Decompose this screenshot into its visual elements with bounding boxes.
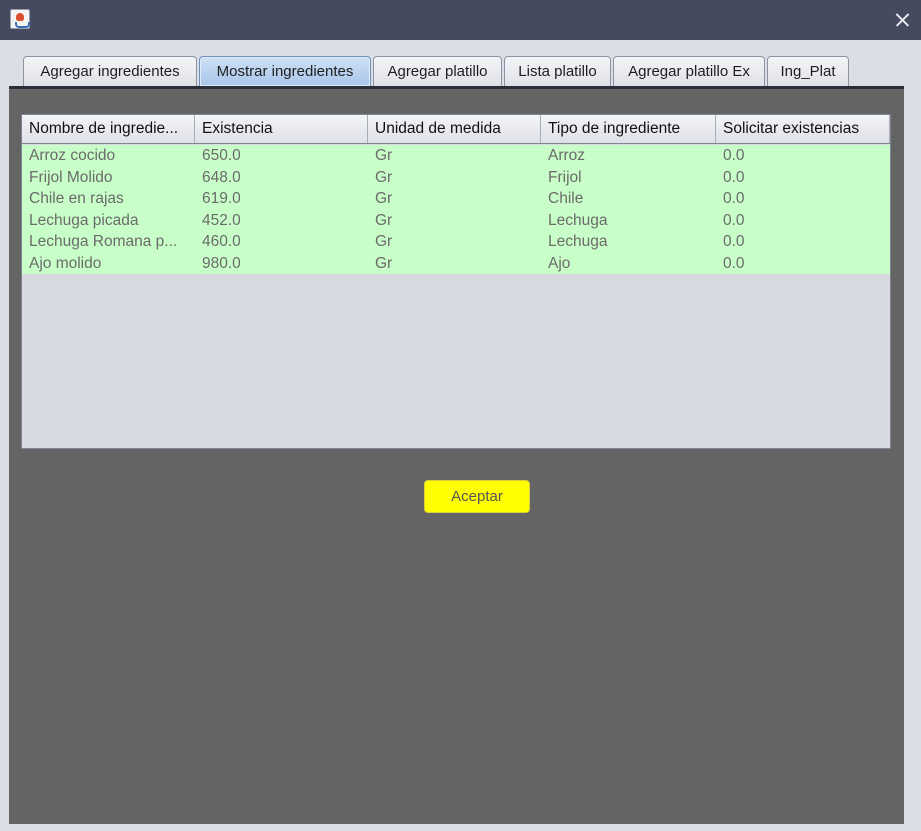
cell-existencia: 619.0 [202, 190, 241, 207]
cell-tipo: Frijol [548, 168, 582, 186]
cell-solicitar: 0.0 [723, 211, 745, 229]
cell-tipo: Chile [548, 190, 584, 207]
table-row[interactable]: Lechuga Romana p... 460.0 Gr Lechuga 0.0 [22, 231, 890, 253]
table-row[interactable]: Ajo molido 980.0 Gr Ajo 0.0 [22, 252, 890, 274]
tab-ing-plat[interactable]: Ing_Plat [767, 56, 849, 86]
tab-agregar-ingredientes[interactable]: Agregar ingredientes [23, 56, 197, 86]
table-row[interactable]: Chile en rajas 619.0 Gr Chile 0.0 [22, 188, 890, 210]
title-bar [0, 0, 921, 40]
cell-tipo: Arroz [548, 147, 586, 164]
cell-solicitar: 0.0 [723, 147, 745, 164]
cell-nombre: Arroz cocido [29, 147, 116, 164]
column-header-tipo[interactable]: Tipo de ingrediente [541, 115, 716, 143]
table-row[interactable]: Frijol Molido 648.0 Gr Frijol 0.0 [22, 166, 890, 188]
tab-agregar-platillo[interactable]: Agregar platillo [373, 56, 502, 86]
cell-unidad: Gr [375, 168, 393, 186]
close-icon[interactable] [890, 8, 914, 32]
table-body: Arroz cocido 650.0 Gr Arroz 0.0 Frijol M… [22, 145, 890, 274]
cell-unidad: Gr [375, 211, 393, 229]
app-window: Agregar ingredientes Mostrar ingrediente… [0, 0, 921, 831]
cell-nombre: Frijol Molido [29, 168, 113, 186]
table-row[interactable]: Lechuga picada 452.0 Gr Lechuga 0.0 [22, 209, 890, 231]
cell-nombre: Lechuga Romana p... [29, 233, 178, 250]
table-row[interactable]: Arroz cocido 650.0 Gr Arroz 0.0 [22, 145, 890, 167]
column-header-nombre[interactable]: Nombre de ingredie... [22, 115, 195, 143]
cell-unidad: Gr [375, 147, 393, 164]
cell-existencia: 650.0 [202, 147, 241, 164]
cell-nombre: Chile en rajas [29, 190, 124, 207]
cell-existencia: 980.0 [202, 254, 241, 272]
cell-unidad: Gr [375, 233, 393, 250]
cell-nombre: Lechuga picada [29, 211, 139, 229]
cell-tipo: Lechuga [548, 233, 608, 250]
tab-lista-platillo[interactable]: Lista platillo [504, 56, 611, 86]
cell-existencia: 648.0 [202, 168, 241, 186]
ingredients-table[interactable]: Nombre de ingredie... Existencia Unidad … [21, 114, 891, 449]
tab-mostrar-ingredientes[interactable]: Mostrar ingredientes [199, 56, 371, 86]
cell-solicitar: 0.0 [723, 233, 745, 250]
column-header-unidad[interactable]: Unidad de medida [368, 115, 541, 143]
column-header-solicitar[interactable]: Solicitar existencias [716, 115, 890, 143]
window-bottom-border [0, 824, 921, 831]
cell-unidad: Gr [375, 254, 393, 272]
cell-solicitar: 0.0 [723, 168, 745, 186]
cell-existencia: 452.0 [202, 211, 241, 229]
java-app-icon [10, 9, 30, 29]
cell-tipo: Ajo [548, 254, 571, 272]
aceptar-button[interactable]: Aceptar [424, 480, 530, 513]
table-header: Nombre de ingredie... Existencia Unidad … [22, 115, 890, 144]
column-header-existencia[interactable]: Existencia [195, 115, 368, 143]
cell-solicitar: 0.0 [723, 254, 745, 272]
cell-existencia: 460.0 [202, 233, 241, 250]
cell-unidad: Gr [375, 190, 393, 207]
cell-solicitar: 0.0 [723, 190, 745, 207]
cell-tipo: Lechuga [548, 211, 608, 229]
cell-nombre: Ajo molido [29, 254, 102, 272]
tab-agregar-platillo-ex[interactable]: Agregar platillo Ex [613, 56, 765, 86]
mostrar-ingredientes-panel: Nombre de ingredie... Existencia Unidad … [9, 89, 904, 824]
